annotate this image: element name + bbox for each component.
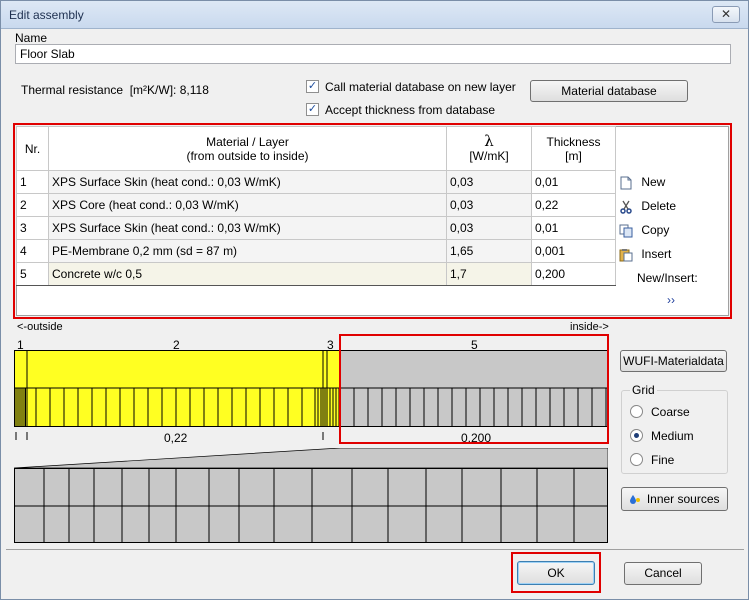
- zoomed-grid: [14, 448, 608, 543]
- grid-fine-radio[interactable]: [630, 453, 643, 466]
- thermal-resistance-unit: [m²K/W]:: [129, 83, 177, 97]
- inner-sources-button[interactable]: Inner sources: [621, 487, 728, 511]
- zoomed-grid-lines: [14, 448, 608, 543]
- dimension-left: 0,22: [164, 431, 188, 445]
- window-title: Edit assembly: [9, 8, 84, 22]
- accept-thickness-label: Accept thickness from database: [325, 103, 496, 117]
- wufi-materialdata-button[interactable]: WUFI-Materialdata: [620, 350, 727, 372]
- grid-coarse-radio[interactable]: [630, 405, 643, 418]
- zoom-projection: [14, 448, 608, 469]
- inside-label: inside->: [570, 321, 609, 333]
- drop-sun-icon: [630, 494, 641, 504]
- outside-label: <-outside: [17, 321, 63, 333]
- check-icon: ✓: [307, 80, 318, 92]
- call-db-checkbox[interactable]: ✓: [306, 80, 319, 93]
- close-icon: ✕: [720, 7, 732, 21]
- edit-assembly-dialog: Edit assembly ✕ Name Floor Slab Thermal …: [0, 0, 749, 600]
- check-icon: ✓: [307, 103, 318, 115]
- grid-medium-label: Medium: [651, 429, 694, 443]
- name-input[interactable]: Floor Slab: [15, 44, 731, 64]
- cancel-button[interactable]: Cancel: [624, 562, 702, 585]
- grid-coarse-label: Coarse: [651, 405, 690, 419]
- title-bar: Edit assembly ✕: [1, 1, 748, 29]
- call-db-label: Call material database on new layer: [325, 80, 516, 94]
- name-label: Name: [15, 31, 48, 45]
- thermal-resistance: Thermal resistance [m²K/W]: 8,118: [21, 83, 209, 97]
- inner-sources-label: Inner sources: [646, 492, 720, 506]
- grid-fine-label: Fine: [651, 453, 675, 467]
- thermal-resistance-value: 8,118: [179, 83, 209, 97]
- close-button[interactable]: ✕: [712, 6, 740, 23]
- table-highlight: [13, 123, 732, 319]
- material-database-button[interactable]: Material database: [530, 80, 688, 102]
- concrete-layer-highlight: [339, 334, 609, 444]
- grid-title: Grid: [630, 383, 657, 397]
- thermal-resistance-label: Thermal resistance: [21, 83, 124, 97]
- grid-medium-radio[interactable]: [630, 429, 643, 442]
- ok-highlight: [511, 552, 601, 593]
- accept-thickness-checkbox[interactable]: ✓: [306, 103, 319, 116]
